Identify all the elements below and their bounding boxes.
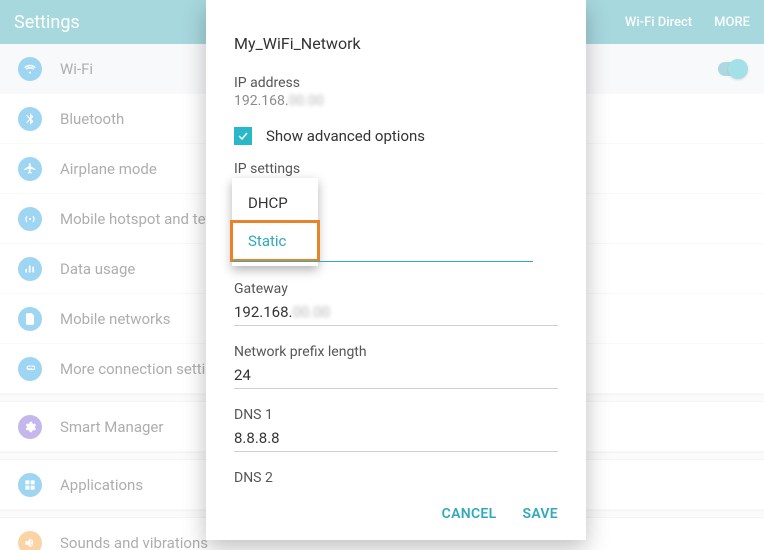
advanced-options-label: Show advanced options xyxy=(266,127,425,145)
gateway-field[interactable]: Gateway 192.168.00.00 xyxy=(234,281,558,326)
ip-address-value: 192.168.00.00 xyxy=(234,93,558,109)
cancel-button[interactable]: CANCEL xyxy=(442,506,497,522)
dropdown-item-static[interactable]: Static xyxy=(232,222,318,260)
dropdown-underline xyxy=(232,261,533,262)
dns1-input[interactable]: 8.8.8.8 xyxy=(234,429,558,452)
field-label: Network prefix length xyxy=(234,344,558,360)
advanced-options-checkbox[interactable]: Show advanced options xyxy=(234,127,558,145)
prefix-length-input[interactable]: 24 xyxy=(234,366,558,389)
field-label: DNS 1 xyxy=(234,407,558,423)
save-button[interactable]: SAVE xyxy=(522,506,558,522)
dialog-actions: CANCEL SAVE xyxy=(234,492,558,540)
ip-settings-dropdown: DHCP Static xyxy=(232,178,318,266)
checkbox-checked-icon xyxy=(234,127,252,145)
dns1-field[interactable]: DNS 1 8.8.8.8 xyxy=(234,407,558,452)
field-label: Gateway xyxy=(234,281,558,297)
dropdown-item-dhcp[interactable]: DHCP xyxy=(232,184,318,222)
dns2-field[interactable]: DNS 2 xyxy=(234,470,558,492)
field-label: DNS 2 xyxy=(234,470,558,486)
prefix-length-field[interactable]: Network prefix length 24 xyxy=(234,344,558,389)
ip-settings-label: IP settings xyxy=(234,161,558,177)
ip-address-label: IP address xyxy=(234,75,558,91)
wifi-config-dialog: My_WiFi_Network IP address 192.168.00.00… xyxy=(206,0,586,540)
gateway-input[interactable]: 192.168.00.00 xyxy=(234,303,558,326)
dialog-network-name: My_WiFi_Network xyxy=(234,34,558,53)
